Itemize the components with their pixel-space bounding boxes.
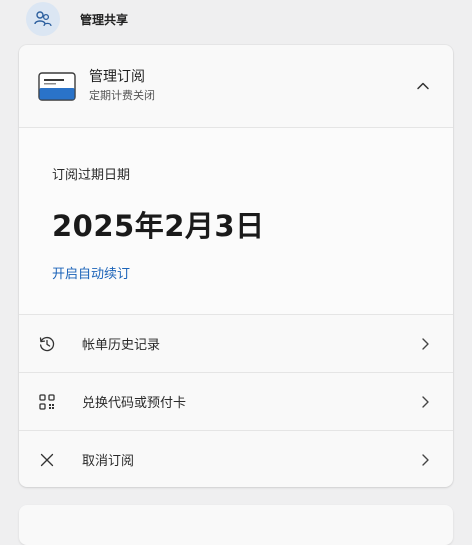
expiry-label: 订阅过期日期 <box>52 168 131 183</box>
chevron-right-icon <box>422 337 429 350</box>
redeem-code-label: 兑换代码或预付卡 <box>82 396 187 411</box>
qr-code-icon <box>39 393 55 410</box>
people-icon <box>26 2 60 36</box>
close-icon <box>40 453 54 466</box>
redeem-code-item[interactable]: 兑换代码或预付卡 <box>19 373 453 430</box>
turn-on-auto-renew-link[interactable]: 开启自动续订 <box>52 263 130 282</box>
chevron-up-icon[interactable] <box>415 78 431 94</box>
billing-history-label: 帐单历史记录 <box>82 338 161 353</box>
subscription-header[interactable]: 管理订阅 定期计费关闭 <box>19 45 453 127</box>
subscription-subtitle: 定期计费关闭 <box>89 89 155 102</box>
expiry-section: 订阅过期日期 2025年2月3日 开启自动续订 <box>19 128 453 314</box>
cancel-subscription-label: 取消订阅 <box>82 454 135 469</box>
manage-sharing-row[interactable]: 管理共享 <box>26 0 128 38</box>
card-icon <box>38 71 76 101</box>
next-card <box>19 505 453 545</box>
subscription-card: 管理订阅 定期计费关闭 订阅过期日期 2025年2月3日 开启自动续订 帐单历史… <box>19 45 453 487</box>
chevron-right-icon <box>422 453 429 466</box>
history-icon <box>39 336 55 351</box>
manage-sharing-label: 管理共享 <box>80 12 129 27</box>
chevron-right-icon <box>422 395 429 408</box>
billing-history-item[interactable]: 帐单历史记录 <box>19 315 453 372</box>
subscription-title: 管理订阅 <box>89 69 145 85</box>
expiry-date: 2025年2月3日 <box>52 209 265 243</box>
cancel-subscription-item[interactable]: 取消订阅 <box>19 431 453 487</box>
